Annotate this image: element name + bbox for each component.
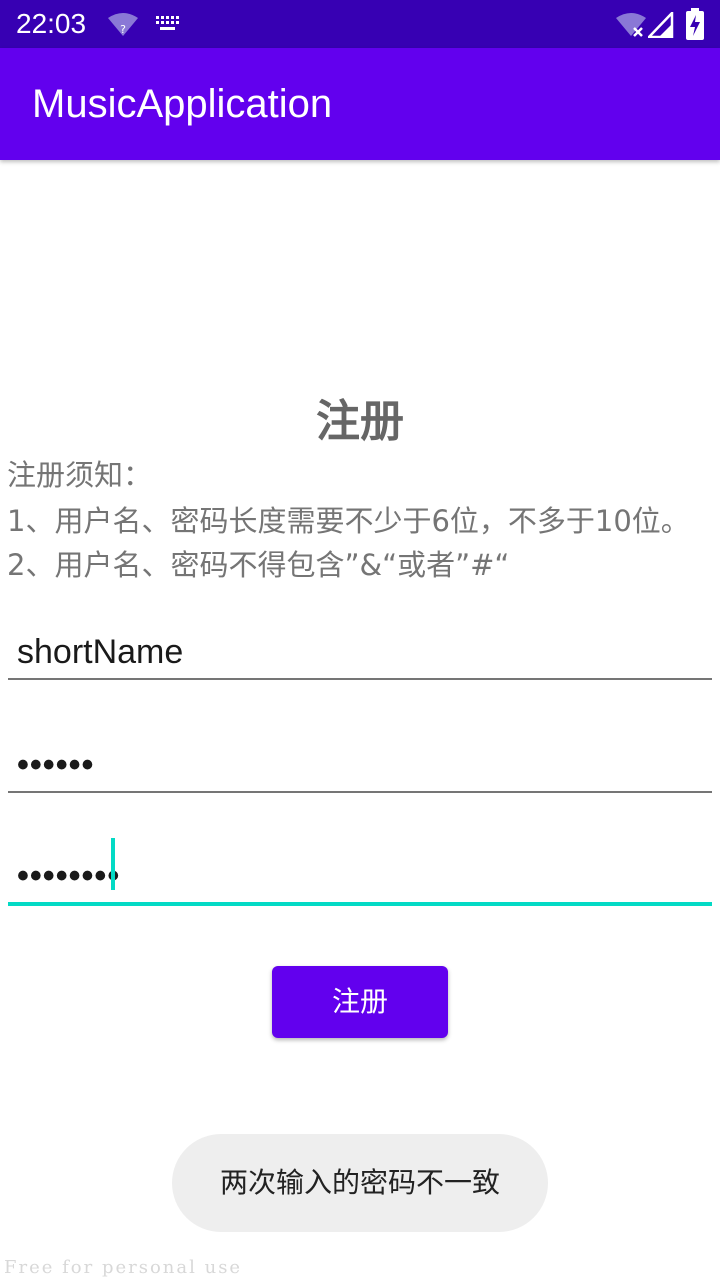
- notice-rule-1: 1、用户名、密码长度需要不少于6位，不多于10位。: [7, 504, 690, 538]
- register-button[interactable]: 注册: [272, 966, 448, 1038]
- page-title: 注册: [316, 396, 404, 447]
- signal-icon: [648, 12, 674, 38]
- toast-message: 两次输入的密码不一致: [172, 1134, 548, 1232]
- password-value: ••••••: [17, 746, 95, 784]
- battery-charging-icon: [686, 8, 704, 40]
- username-value: shortName: [17, 633, 184, 671]
- notice-title: 注册须知：: [7, 458, 153, 492]
- username-field[interactable]: shortName: [8, 620, 712, 680]
- status-time: 22:03: [16, 8, 87, 39]
- confirm-password-field[interactable]: ••••••••: [8, 838, 712, 906]
- status-bar: 22:03 ?: [0, 0, 720, 48]
- app-title: MusicApplication: [32, 82, 333, 126]
- wifi-off-icon: [616, 13, 646, 37]
- watermark: Free for personal use: [4, 1257, 243, 1278]
- confirm-password-value: ••••••••: [17, 857, 121, 895]
- text-cursor: [111, 838, 115, 890]
- app-bar: MusicApplication: [0, 48, 720, 160]
- password-field[interactable]: ••••••: [8, 733, 712, 793]
- notice-rule-2: 2、用户名、密码不得包含”&“或者”#“: [7, 548, 510, 582]
- keyboard-icon: [156, 16, 179, 30]
- svg-text:?: ?: [120, 23, 126, 36]
- wifi-question-icon: ?: [108, 13, 138, 36]
